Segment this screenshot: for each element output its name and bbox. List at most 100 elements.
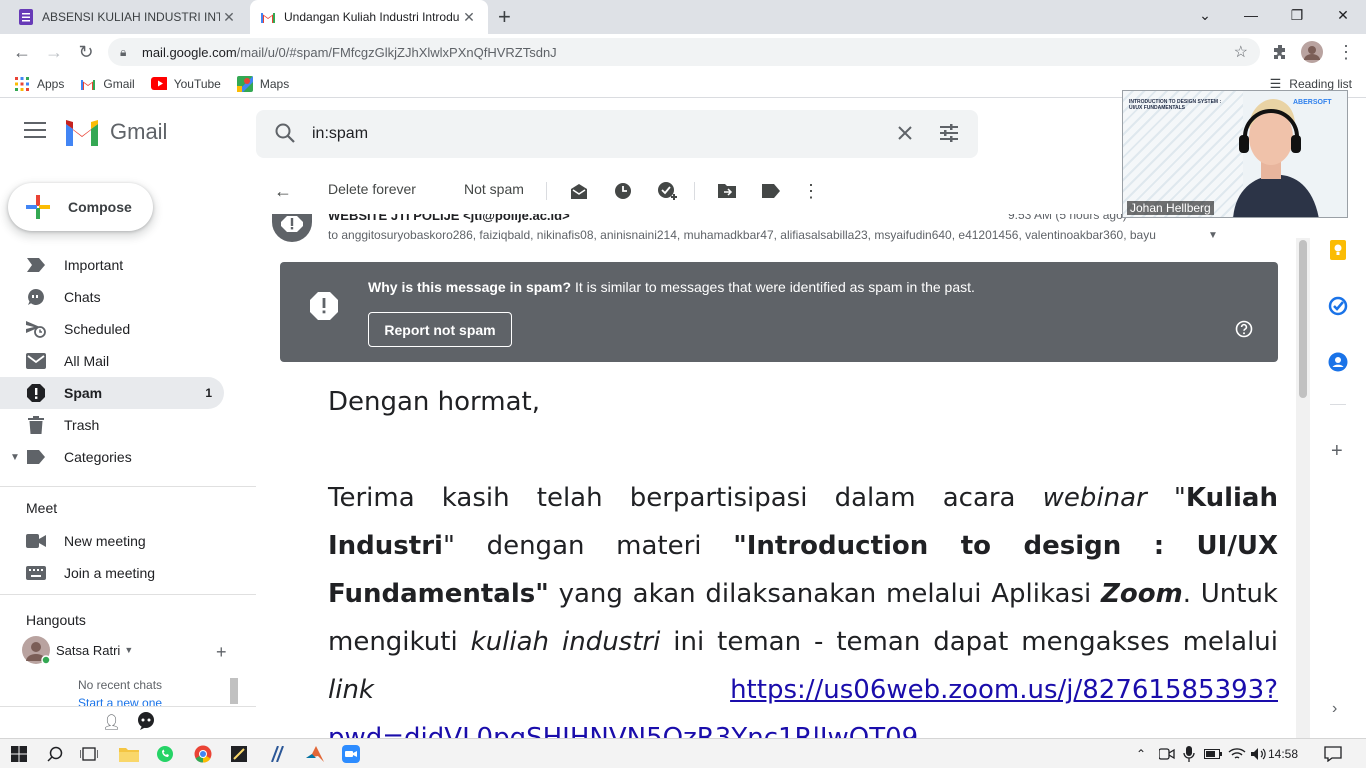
scrollbar-thumb[interactable] [1299, 240, 1307, 398]
tab-absensi[interactable]: ABSENSI KULIAH INDUSTRI INTR ✕ [8, 0, 248, 34]
join-meeting-item[interactable]: Join a meeting [0, 557, 224, 589]
compose-plus-icon [26, 195, 50, 219]
minimize-button[interactable]: — [1228, 0, 1274, 30]
delete-forever-button[interactable]: Delete forever [328, 181, 416, 197]
hangouts-chat-icon[interactable] [136, 711, 156, 734]
battery-icon[interactable] [1202, 743, 1224, 765]
sidebar-item-important[interactable]: Important [0, 249, 224, 281]
close-tab-icon[interactable]: ✕ [220, 9, 238, 26]
bookmark-star-icon[interactable]: ☆ [1234, 42, 1248, 62]
microphone-icon[interactable] [1178, 743, 1200, 765]
add-hangout-icon[interactable]: + [216, 642, 227, 663]
forward-arrow-icon[interactable]: → [42, 40, 66, 64]
bookmark-youtube[interactable]: YouTube [150, 76, 221, 92]
extensions-icon[interactable] [1268, 40, 1292, 64]
sidebar-item-scheduled[interactable]: Scheduled [0, 313, 224, 345]
person-icon[interactable]: 👤︎ [102, 713, 121, 731]
tab-undangan[interactable]: Undangan Kuliah Industri Introdu ✕ [250, 0, 488, 34]
status-dropdown-icon[interactable]: ▼ [124, 645, 133, 655]
search-icon[interactable] [274, 122, 296, 147]
bookmark-apps[interactable]: Apps [14, 76, 64, 92]
bookmark-maps[interactable]: Maps [236, 75, 289, 92]
file-explorer-icon[interactable] [118, 743, 140, 765]
divider [0, 486, 256, 487]
chrome-icon[interactable] [192, 743, 214, 765]
meet-now-icon[interactable] [1156, 743, 1178, 765]
url-path: /mail/u/0/#spam/FMfcgzGlkjZJhXlwlxPXnQfH… [236, 44, 557, 60]
keep-icon[interactable] [1328, 240, 1348, 263]
show-hidden-icons-icon[interactable]: ⌃ [1130, 743, 1152, 765]
sidebar-item-all-mail[interactable]: All Mail [0, 345, 224, 377]
windows-start-icon[interactable] [8, 743, 30, 765]
spam-reason-title: Why is this message in spam? [368, 279, 572, 295]
gmail-logo[interactable]: Gmail [64, 118, 167, 146]
sidebar-item-trash[interactable]: Trash [0, 409, 224, 441]
wifi-icon[interactable] [1226, 743, 1248, 765]
recipients-line[interactable]: to anggitosuryobaskoro286, faiziqbald, n… [328, 228, 1208, 242]
body-bold-italic: Zoom [1101, 579, 1183, 609]
sidebar-item-label: Trash [64, 417, 100, 433]
zoom-video-overlay[interactable]: INTRODUCTION TO DESIGN SYSTEM : UI/UX FU… [1122, 90, 1348, 218]
hangouts-scrollbar[interactable] [230, 678, 238, 704]
show-details-icon[interactable]: ▼ [1208, 230, 1218, 241]
visual-studio-icon[interactable] [266, 743, 288, 765]
label-as-icon[interactable] [760, 180, 782, 202]
expand-panel-icon[interactable]: › [1332, 700, 1337, 718]
new-meeting-item[interactable]: New meeting [0, 525, 224, 557]
new-tab-button[interactable]: + [498, 6, 511, 28]
email-view: WEBSITE JTI POLIJE <jti@polije.ac.id> 9:… [256, 214, 1296, 738]
bookmark-gmail[interactable]: Gmail [80, 76, 135, 92]
tasks-icon[interactable] [1328, 296, 1348, 319]
back-to-spam-icon[interactable]: ← [272, 180, 294, 202]
address-bar[interactable]: 🔒︎ mail.google.com/mail/u/0/#spam/FMfcgz… [108, 38, 1260, 66]
sidebar-item-chats[interactable]: Chats [0, 281, 224, 313]
sticky-notes-icon[interactable] [228, 743, 250, 765]
body-text: " dengan materi [442, 531, 734, 561]
clear-search-icon[interactable] [894, 122, 916, 147]
get-addons-icon[interactable]: + [1331, 440, 1343, 463]
move-to-icon[interactable] [716, 180, 738, 202]
browser-menu-icon[interactable]: ⋮ [1334, 40, 1358, 64]
start-new-chat-link[interactable]: Start a new one [78, 696, 162, 706]
mark-unread-icon[interactable] [568, 180, 590, 202]
zoom-icon[interactable] [340, 743, 362, 765]
sidebar-item-categories[interactable]: ▼ Categories [0, 441, 224, 473]
main-menu-icon[interactable] [24, 122, 46, 144]
sidebar-item-label: Categories [64, 449, 132, 465]
snooze-clock-icon[interactable] [612, 180, 634, 202]
report-not-spam-button[interactable]: Report not spam [368, 312, 512, 347]
notifications-icon[interactable] [1322, 743, 1344, 765]
lock-icon: 🔒︎ [120, 44, 127, 59]
matlab-icon[interactable] [304, 743, 326, 765]
expand-arrow-icon[interactable]: ▼ [10, 452, 20, 463]
help-icon[interactable] [1235, 320, 1253, 338]
not-spam-button[interactable]: Not spam [464, 181, 524, 197]
volume-icon[interactable] [1248, 743, 1270, 765]
search-options-icon[interactable] [938, 122, 960, 147]
task-view-icon[interactable] [78, 743, 100, 765]
compose-button[interactable]: Compose [8, 183, 153, 231]
contacts-icon[interactable] [1328, 352, 1348, 375]
mail-search [256, 110, 978, 158]
sidebar-item-spam[interactable]: Spam 1 [0, 377, 224, 409]
profile-avatar[interactable] [1300, 40, 1324, 64]
more-options-icon[interactable]: ⋮ [800, 180, 822, 202]
email-scrollbar[interactable] [1296, 238, 1310, 738]
hangouts-user[interactable]: Satsa Ratri ▼ [22, 636, 133, 664]
taskbar-clock[interactable]: 14:58 [1268, 747, 1298, 761]
search-input[interactable] [312, 110, 872, 158]
tab-search-icon[interactable]: ⌄ [1182, 0, 1228, 30]
spam-reason-text: Why is this message in spam? It is simil… [368, 279, 975, 295]
sender-name[interactable]: WEBSITE JTI POLIJE <jti@polije.ac.id> [328, 214, 570, 223]
back-arrow-icon[interactable]: ← [10, 40, 34, 64]
restore-button[interactable]: ❐ [1274, 0, 1320, 30]
email-body: Dengan hormat, Terima kasih telah berpar… [328, 382, 1278, 738]
reload-icon[interactable]: ↻ [74, 40, 98, 64]
mail-icon [26, 351, 46, 371]
body-text: ini teman - teman dapat mengakses melalu… [660, 627, 1279, 657]
close-tab-icon[interactable]: ✕ [460, 9, 478, 26]
search-icon[interactable] [44, 743, 66, 765]
add-task-icon[interactable] [656, 180, 678, 202]
close-window-button[interactable]: ✕ [1320, 0, 1366, 30]
whatsapp-icon[interactable] [154, 743, 176, 765]
